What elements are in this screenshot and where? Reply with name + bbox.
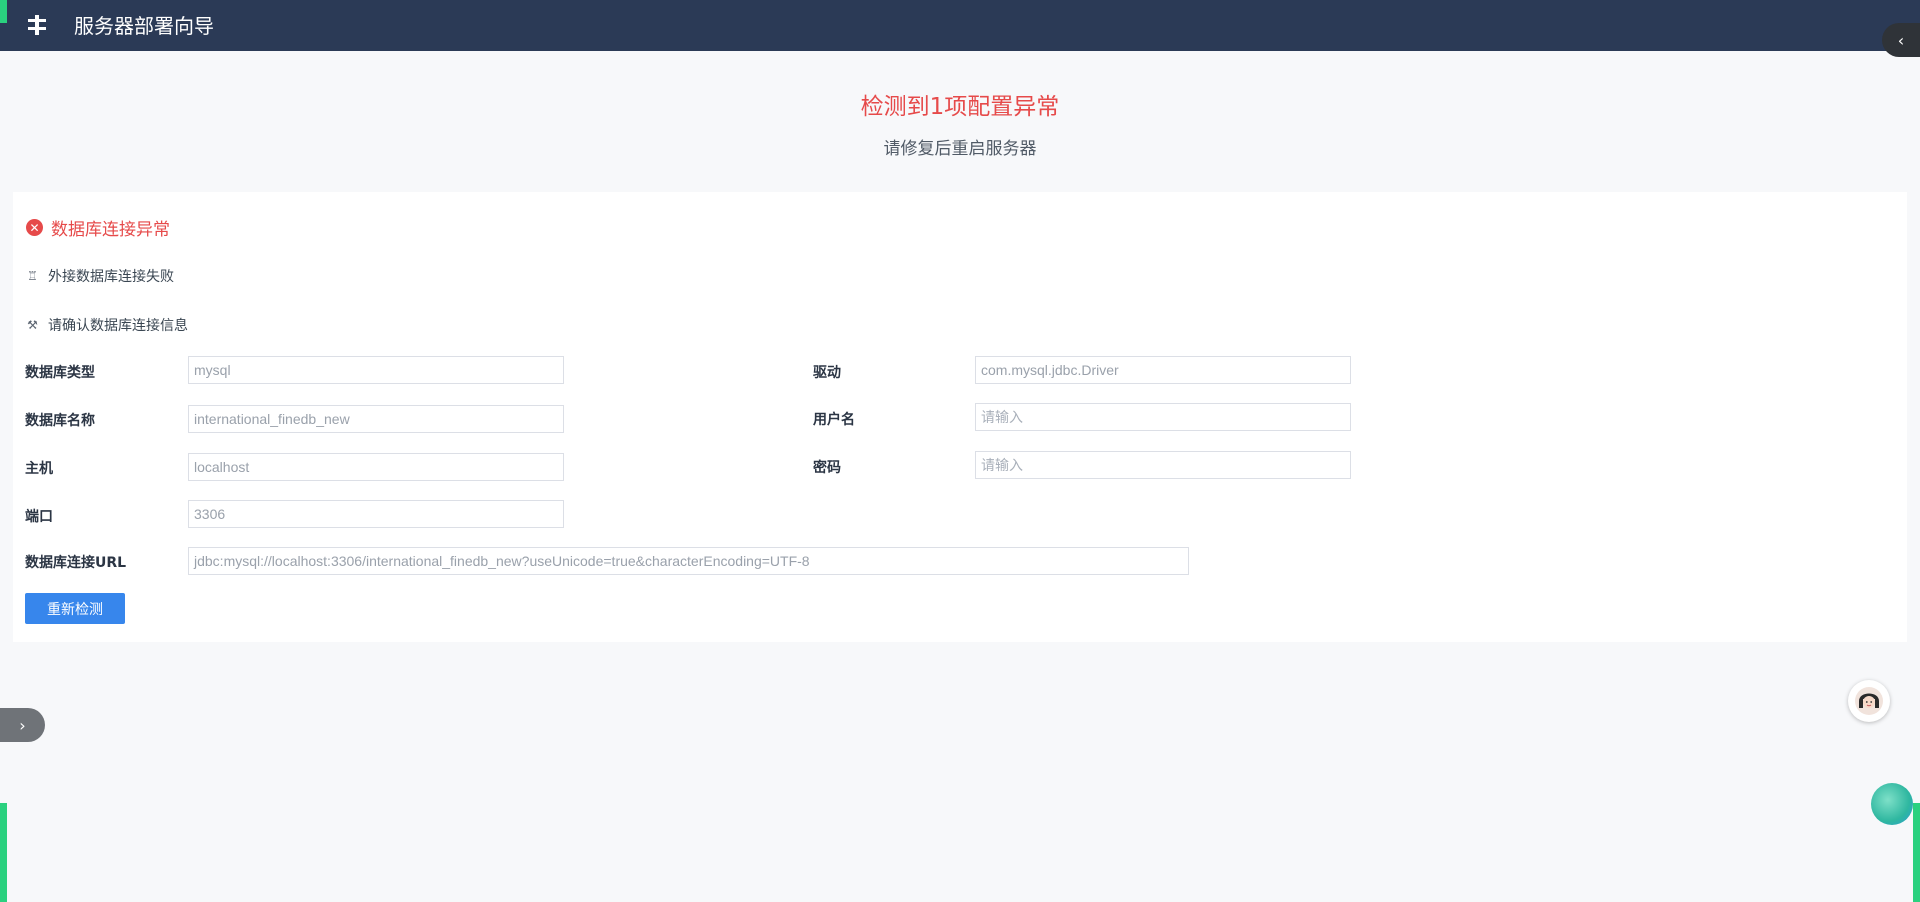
- hint-failure-text: 外接数据库连接失败: [48, 269, 174, 285]
- error-panel: ✕ 数据库连接异常 ♖ 外接数据库连接失败 ⚒ 请确认数据库连接信息 数据库类型…: [13, 192, 1907, 642]
- expand-left-button[interactable]: ›: [0, 708, 45, 742]
- db-name-label: 数据库名称: [25, 413, 95, 429]
- db-type-label: 数据库类型: [25, 365, 95, 381]
- error-title: ✕ 数据库连接异常: [26, 215, 170, 240]
- retry-button[interactable]: 重新检测: [25, 593, 125, 624]
- host-label: 主机: [25, 461, 53, 477]
- driver-input[interactable]: com.mysql.jdbc.Driver: [975, 356, 1351, 384]
- error-title-text: 数据库连接异常: [51, 220, 170, 240]
- password-input[interactable]: 请输入: [975, 451, 1351, 479]
- accent-bar-right: [1913, 803, 1920, 902]
- accent-bar-left: [0, 803, 7, 902]
- driver-label: 驱动: [813, 365, 841, 381]
- accent-strip: [0, 0, 7, 23]
- username-label: 用户名: [813, 412, 855, 428]
- db-type-input[interactable]: mysql: [188, 356, 564, 384]
- collapse-right-button[interactable]: ‹: [1882, 23, 1920, 57]
- assistant-avatar-button[interactable]: [1848, 680, 1890, 722]
- error-x-icon: ✕: [26, 219, 43, 236]
- host-input[interactable]: localhost: [188, 453, 564, 481]
- hint-failure: ♖ 外接数据库连接失败: [26, 266, 174, 286]
- server-wizard-logo-icon: [28, 15, 46, 35]
- port-input[interactable]: 3306: [188, 500, 564, 528]
- status-heading: 检测到1项配置异常: [860, 94, 1060, 120]
- top-header: 服务器部署向导: [0, 0, 1920, 51]
- hint-confirm: ⚒ 请确认数据库连接信息: [26, 315, 188, 335]
- url-label: 数据库连接URL: [25, 555, 127, 571]
- url-input[interactable]: jdbc:mysql://localhost:3306/internationa…: [188, 547, 1189, 575]
- password-label: 密码: [813, 460, 841, 476]
- page-title: 服务器部署向导: [74, 14, 214, 38]
- hint-confirm-text: 请确认数据库连接信息: [48, 318, 188, 334]
- chevron-left-icon: ‹: [1897, 30, 1905, 50]
- avatar-icon: [1855, 687, 1883, 715]
- status-subheading: 请修复后重启服务器: [883, 139, 1037, 159]
- assistant-orb-icon[interactable]: [1871, 783, 1913, 825]
- port-label: 端口: [25, 509, 53, 525]
- wand-icon: ⚒: [27, 318, 38, 332]
- db-name-input[interactable]: international_finedb_new: [188, 405, 564, 433]
- warning-icon: ♖: [27, 269, 38, 283]
- chevron-right-icon: ›: [19, 715, 26, 735]
- username-input[interactable]: 请输入: [975, 403, 1351, 431]
